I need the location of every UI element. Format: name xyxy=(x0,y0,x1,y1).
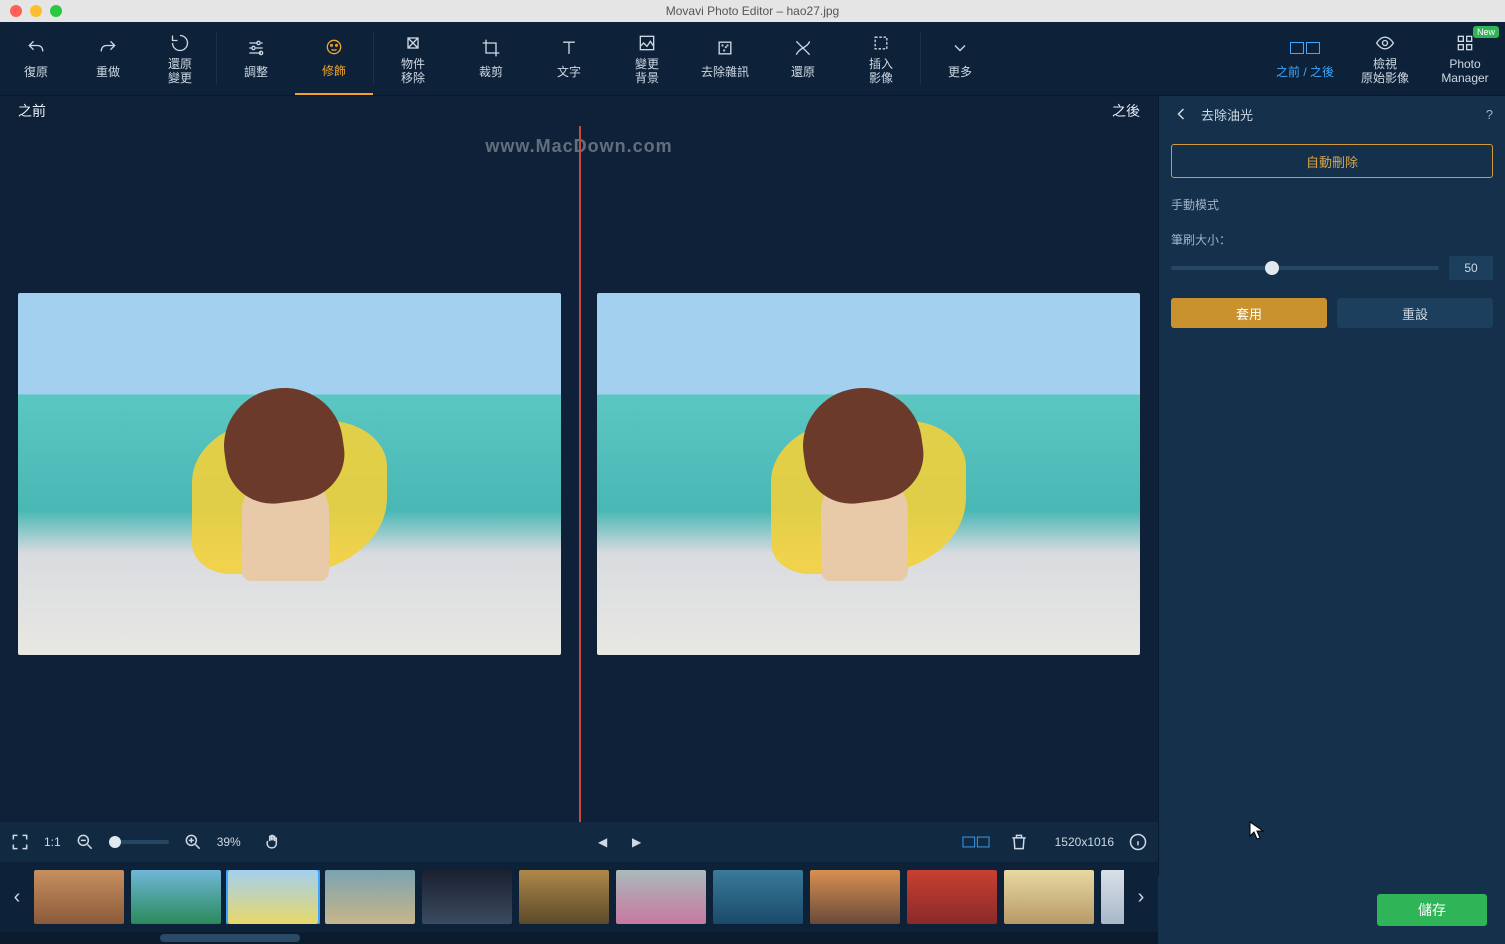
text-button[interactable]: 文字 xyxy=(530,22,608,95)
undo-button[interactable]: 復原 xyxy=(0,22,72,95)
canvas-status-bar: 1:1 39% ◀ ▶ 1520x1016 xyxy=(0,822,1158,862)
filmstrip-prev-button[interactable]: ‹ xyxy=(6,872,28,922)
zoom-slider[interactable] xyxy=(109,840,169,844)
photo-manager-button[interactable]: New Photo Manager xyxy=(1425,22,1505,95)
save-button[interactable]: 儲存 xyxy=(1377,894,1487,926)
insert-image-icon xyxy=(871,32,891,54)
filmstrip-thumbnail[interactable] xyxy=(422,870,512,924)
brush-size-value[interactable]: 50 xyxy=(1449,256,1493,280)
more-button[interactable]: 更多 xyxy=(921,22,999,95)
face-icon xyxy=(324,36,344,58)
after-label: 之後 xyxy=(1112,101,1140,121)
sliders-icon xyxy=(246,37,266,59)
insert-image-button[interactable]: 插入 影像 xyxy=(842,22,920,95)
eye-icon xyxy=(1375,32,1395,54)
delete-button[interactable] xyxy=(1009,832,1029,852)
filmstrip-thumbnail[interactable] xyxy=(34,870,124,924)
adjust-button[interactable]: 調整 xyxy=(217,22,295,95)
filmstrip-thumbnail[interactable] xyxy=(519,870,609,924)
help-button[interactable]: ? xyxy=(1486,107,1493,122)
filmstrip-thumbnail[interactable] xyxy=(325,870,415,924)
chevron-down-icon xyxy=(950,37,970,59)
denoise-button[interactable]: 去除雜訊 xyxy=(686,22,764,95)
manual-mode-label: 手動模式 xyxy=(1171,196,1493,213)
filmstrip-thumbnail[interactable] xyxy=(228,870,318,924)
background-icon xyxy=(637,32,657,54)
info-button[interactable] xyxy=(1128,832,1148,852)
undo-icon xyxy=(26,37,46,59)
filmstrip-thumbnail[interactable] xyxy=(907,870,997,924)
before-after-icon xyxy=(1290,37,1320,59)
before-after-toggle[interactable]: 之前 / 之後 xyxy=(1265,22,1345,95)
restore-icon xyxy=(793,37,813,59)
restore-button[interactable]: 還原 xyxy=(764,22,842,95)
filmstrip: ‹ › xyxy=(0,862,1158,932)
new-badge: New xyxy=(1473,26,1499,38)
text-icon xyxy=(559,37,579,59)
split-divider[interactable] xyxy=(579,126,581,822)
zoom-in-button[interactable] xyxy=(183,832,203,852)
auto-remove-button[interactable]: 自動刪除 xyxy=(1171,144,1493,178)
filmstrip-thumbnail[interactable] xyxy=(131,870,221,924)
panel-title: 去除油光 xyxy=(1201,105,1253,124)
brush-size-label: 筆刷大小： xyxy=(1171,231,1493,248)
filmstrip-scrollbar[interactable] xyxy=(0,932,1158,944)
main-toolbar: 復原 重做 還原 變更 調整 修飾 物件 移除 裁剪 文字 變更 背景 去除雜訊… xyxy=(0,22,1505,96)
filmstrip-thumbnail[interactable] xyxy=(616,870,706,924)
filmstrip-thumbnail[interactable] xyxy=(1004,870,1094,924)
compare-mode-button[interactable] xyxy=(957,832,995,852)
view-original-button[interactable]: 檢視 原始影像 xyxy=(1345,22,1425,95)
titlebar: Movavi Photo Editor – hao27.jpg xyxy=(0,0,1505,22)
noise-icon xyxy=(715,37,735,59)
change-background-button[interactable]: 變更 背景 xyxy=(608,22,686,95)
fullscreen-button[interactable] xyxy=(10,832,30,852)
reset-button[interactable]: 重設 xyxy=(1337,298,1493,328)
after-image xyxy=(597,293,1140,656)
before-label: 之前 xyxy=(18,101,46,121)
crop-button[interactable]: 裁剪 xyxy=(452,22,530,95)
before-image xyxy=(18,293,561,656)
zoom-percent: 39% xyxy=(217,835,241,849)
filmstrip-thumbnail[interactable] xyxy=(713,870,803,924)
prev-image-button[interactable]: ◀ xyxy=(593,832,613,852)
filmstrip-next-button[interactable]: › xyxy=(1130,872,1152,922)
revert-icon xyxy=(170,32,190,54)
next-image-button[interactable]: ▶ xyxy=(627,832,647,852)
eraser-icon xyxy=(403,32,423,54)
window-title: Movavi Photo Editor – hao27.jpg xyxy=(0,4,1505,18)
revert-button[interactable]: 還原 變更 xyxy=(144,22,216,95)
apply-button[interactable]: 套用 xyxy=(1171,298,1327,328)
split-view: www.MacDown.com xyxy=(0,126,1158,822)
zoom-out-button[interactable] xyxy=(75,832,95,852)
filmstrip-thumbnail[interactable] xyxy=(810,870,900,924)
dimensions-label: 1520x1016 xyxy=(1055,835,1114,849)
panel-back-button[interactable] xyxy=(1171,104,1191,124)
crop-icon xyxy=(481,37,501,59)
redo-icon xyxy=(98,37,118,59)
hand-tool-button[interactable] xyxy=(263,832,283,852)
object-removal-button[interactable]: 物件 移除 xyxy=(374,22,452,95)
fit-label[interactable]: 1:1 xyxy=(44,835,61,849)
brush-size-slider[interactable] xyxy=(1171,266,1439,270)
retouch-button[interactable]: 修飾 xyxy=(295,22,373,95)
redo-button[interactable]: 重做 xyxy=(72,22,144,95)
filmstrip-thumbnail[interactable] xyxy=(1101,870,1124,924)
